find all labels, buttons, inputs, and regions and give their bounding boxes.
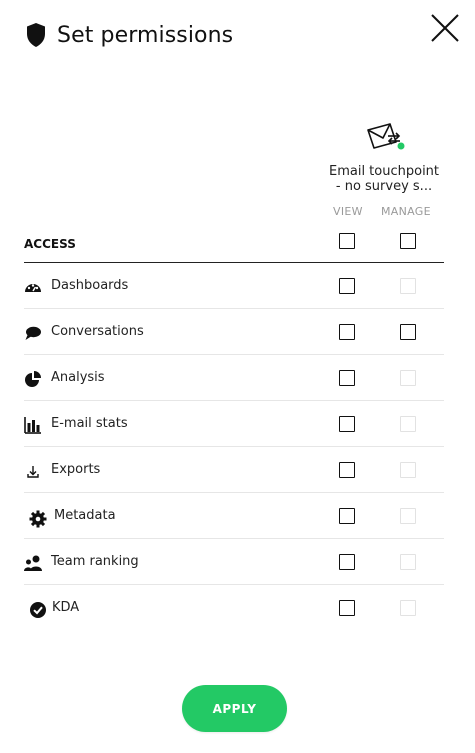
email-stats-manage-checkbox [400, 416, 416, 432]
kda-view-checkbox[interactable] [339, 600, 355, 616]
envelope-transfer-icon [367, 123, 405, 150]
permission-label: Metadata [54, 508, 116, 523]
permission-row-email-stats: E-mail stats [24, 401, 444, 447]
kda-manage-checkbox [400, 600, 416, 616]
check-circle-icon [30, 602, 46, 618]
pie-chart-icon [25, 371, 41, 387]
apply-button[interactable]: APPLY [182, 685, 287, 732]
access-view-checkbox[interactable] [339, 233, 355, 249]
touchpoint-name-line1: Email touchpoint [328, 164, 440, 179]
permission-row-metadata: Metadata [24, 493, 444, 539]
access-manage-checkbox[interactable] [400, 233, 416, 249]
permission-label: Analysis [51, 370, 105, 385]
permission-row-team-ranking: Team ranking [24, 539, 444, 585]
team-icon [24, 555, 42, 571]
exports-view-checkbox[interactable] [339, 462, 355, 478]
analysis-manage-checkbox [400, 370, 416, 386]
status-dot [397, 142, 405, 150]
touchpoint-name-line2: - no survey s... [335, 179, 433, 194]
dashboards-manage-checkbox [400, 278, 416, 294]
speech-bubble-icon [25, 326, 41, 340]
download-icon [27, 466, 39, 478]
metadata-view-checkbox[interactable] [339, 508, 355, 524]
permission-label: Team ranking [51, 554, 139, 569]
team-ranking-view-checkbox[interactable] [339, 554, 355, 570]
permission-label: KDA [52, 600, 80, 615]
touchpoint-name: Email touchpoint - no survey s... [322, 164, 446, 194]
dialog-title: Set permissions [57, 22, 234, 48]
access-label: ACCESS [24, 237, 76, 251]
permission-label: Dashboards [51, 278, 129, 293]
bar-chart-icon [24, 417, 41, 434]
dashboards-view-checkbox[interactable] [339, 278, 355, 294]
permission-label: Exports [51, 462, 101, 477]
gauge-icon [25, 284, 41, 292]
analysis-view-checkbox[interactable] [339, 370, 355, 386]
close-icon[interactable] [429, 12, 461, 44]
email-stats-view-checkbox[interactable] [339, 416, 355, 432]
conversations-view-checkbox[interactable] [339, 324, 355, 340]
permission-row-dashboards: Dashboards [24, 263, 444, 309]
dialog-header: Set permissions [25, 22, 233, 48]
column-header-view: VIEW [333, 205, 363, 218]
column-header-manage: MANAGE [381, 205, 431, 218]
exports-manage-checkbox [400, 462, 416, 478]
permission-label: Conversations [51, 324, 144, 339]
permission-row-conversations: Conversations [24, 309, 444, 355]
conversations-manage-checkbox[interactable] [400, 324, 416, 340]
permission-row-analysis: Analysis [24, 355, 444, 401]
gear-icon [29, 510, 47, 528]
permission-label: E-mail stats [51, 416, 128, 431]
permission-row-exports: Exports [24, 447, 444, 493]
metadata-manage-checkbox [400, 508, 416, 524]
permission-row-kda: KDA [24, 585, 444, 631]
access-row: ACCESS [24, 226, 444, 263]
shield-icon [27, 23, 45, 47]
team-ranking-manage-checkbox [400, 554, 416, 570]
